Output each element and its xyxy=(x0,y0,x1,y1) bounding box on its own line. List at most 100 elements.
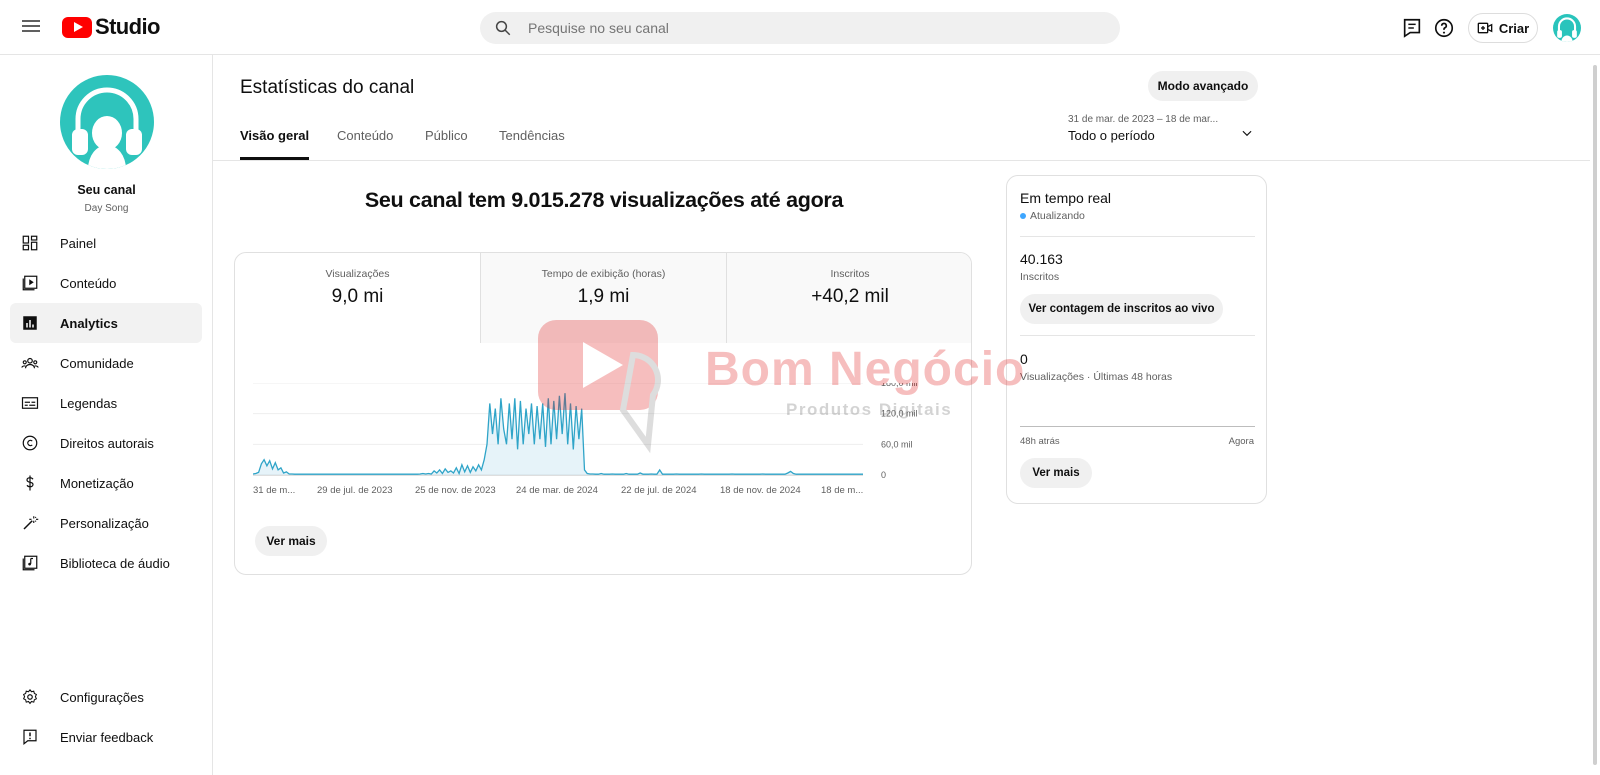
headphones-icon xyxy=(1557,17,1577,42)
advanced-mode-button[interactable]: Modo avançado xyxy=(1148,71,1258,101)
realtime-see-more-button[interactable]: Ver mais xyxy=(1020,458,1092,488)
channel-name[interactable]: Seu canal xyxy=(0,183,213,197)
views-line-chart[interactable]: 0 60,0 mil 120,0 mil 180,0 mil 31 de m... 29 … xyxy=(253,383,953,523)
search-icon xyxy=(495,20,511,36)
create-button[interactable]: Criar xyxy=(1468,13,1538,43)
channel-avatar[interactable] xyxy=(60,75,154,169)
metric-watch-time[interactable]: Tempo de exibição (horas) 1,9 mi xyxy=(481,253,727,343)
sidebar-item-label: Personalização xyxy=(60,515,149,531)
tab-publico[interactable]: Público xyxy=(425,128,468,160)
period-range: 31 de mar. de 2023 – 18 de mar... xyxy=(1068,114,1219,125)
top-header: Studio Criar xyxy=(0,0,1600,55)
subscribers-label: Inscritos xyxy=(1020,271,1060,283)
dollar-icon xyxy=(26,475,34,491)
y-tick-label: 60,0 mil xyxy=(881,439,913,449)
x-tick-label: 18 de nov. de 2024 xyxy=(720,485,801,496)
sidebar-item-label: Analytics xyxy=(60,315,118,331)
gear-icon xyxy=(22,689,38,705)
sidebar-item-personalizacao[interactable]: Personalização xyxy=(10,503,202,543)
realtime-title: Em tempo real xyxy=(1020,190,1112,206)
metric-label: Visualizações xyxy=(325,268,390,280)
sidebar: Seu canal Day Song Painel Conteúdo Analy… xyxy=(0,55,213,775)
metric-value: 1,9 mi xyxy=(577,286,630,307)
app-name: Studio xyxy=(95,14,160,39)
create-label: Criar xyxy=(1498,20,1530,36)
scrollbar-thumb[interactable] xyxy=(1593,65,1597,765)
sidebar-item-label: Monetização xyxy=(60,475,134,491)
metric-subscribers[interactable]: Inscritos +40,2 mil xyxy=(727,253,971,343)
subscribers-count: 40.163 xyxy=(1020,251,1063,267)
feedback-icon xyxy=(23,729,37,745)
metric-value: 9,0 mi xyxy=(331,286,384,307)
sidebar-item-analytics[interactable]: Analytics xyxy=(10,303,202,343)
sidebar-item-label: Legendas xyxy=(60,395,118,411)
views-48h-label: Visualizações · Últimas 48 horas xyxy=(1020,371,1173,383)
x-tick-label: 18 de m... xyxy=(821,485,863,496)
views-48h-count: 0 xyxy=(1020,351,1028,367)
search-input[interactable] xyxy=(528,20,1088,36)
sidebar-item-label: Configurações xyxy=(60,689,144,705)
sidebar-item-label: Direitos autorais xyxy=(60,435,154,451)
channel-handle: Day Song xyxy=(84,203,129,214)
tab-visao-geral[interactable]: Visão geral xyxy=(240,128,310,160)
sidebar-item-direitos-autorais[interactable]: Direitos autorais xyxy=(10,423,202,463)
chart-area-fill xyxy=(253,393,863,475)
hamburger-menu-icon[interactable] xyxy=(22,17,42,37)
analytics-icon xyxy=(23,316,37,330)
search-bar[interactable] xyxy=(480,12,1120,44)
video-add-icon xyxy=(1477,22,1493,34)
sidebar-item-comunidade[interactable]: Comunidade xyxy=(10,343,202,383)
metric-views[interactable]: Visualizações 9,0 mi xyxy=(235,253,481,343)
x-tick-label: 22 de jul. de 2024 xyxy=(621,485,697,496)
x-tick-label: 25 de nov. de 2023 xyxy=(415,485,496,496)
see-more-button[interactable]: Ver mais xyxy=(255,526,327,556)
sidebar-item-label: Comunidade xyxy=(60,355,134,371)
x-tick-label: 31 de m... xyxy=(253,485,295,496)
dashboard-icon xyxy=(22,235,38,251)
help-icon[interactable] xyxy=(1433,17,1455,39)
realtime-axis-line xyxy=(1020,426,1255,427)
x-tick-label: 24 de mar. de 2024 xyxy=(516,485,598,496)
period-selector[interactable]: 31 de mar. de 2023 – 18 de mar... Todo o… xyxy=(1068,114,1258,143)
tab-tendencias[interactable]: Tendências xyxy=(499,128,565,160)
page-scrollbar[interactable] xyxy=(1590,55,1600,775)
chevron-down-icon xyxy=(1242,130,1252,137)
sidebar-item-conteudo[interactable]: Conteúdo xyxy=(10,263,202,303)
sidebar-item-biblioteca-audio[interactable]: Biblioteca de áudio xyxy=(10,543,202,583)
realtime-status-text: Atualizando xyxy=(1030,210,1085,222)
comments-icon[interactable] xyxy=(1401,17,1423,39)
page-title: Estatísticas do canal xyxy=(240,77,415,98)
x-tick-label: 29 de jul. de 2023 xyxy=(317,485,393,496)
period-label: Todo o período xyxy=(1068,128,1155,143)
sidebar-item-legendas[interactable]: Legendas xyxy=(10,383,202,423)
realtime-status: Atualizando xyxy=(1020,210,1085,222)
community-icon xyxy=(21,357,39,369)
subtitles-icon xyxy=(21,397,39,409)
live-dot-icon xyxy=(1020,213,1026,219)
sidebar-item-enviar-feedback[interactable]: Enviar feedback xyxy=(10,717,202,757)
audio-library-icon xyxy=(22,555,38,571)
tab-conteudo[interactable]: Conteúdo xyxy=(337,128,393,160)
sidebar-item-monetizacao[interactable]: Monetização xyxy=(10,463,202,503)
studio-logo[interactable]: Studio xyxy=(62,14,160,40)
magic-wand-icon xyxy=(23,516,39,530)
sidebar-item-configuracoes[interactable]: Configurações xyxy=(10,677,202,717)
headphones-icon xyxy=(72,87,142,169)
channel-views-headline: Seu canal tem 9.015.278 visualizações at… xyxy=(364,188,844,212)
copyright-icon xyxy=(22,435,38,451)
y-tick-label: 180,0 mil xyxy=(881,383,918,388)
axis-start-label: 48h atrás xyxy=(1020,436,1060,447)
divider xyxy=(1020,236,1255,237)
sidebar-item-painel[interactable]: Painel xyxy=(10,223,202,263)
realtime-card: Em tempo real Atualizando 40.163 Inscrit… xyxy=(1006,175,1267,504)
sidebar-item-label: Enviar feedback xyxy=(60,729,154,745)
account-avatar[interactable] xyxy=(1553,14,1581,42)
divider xyxy=(1020,335,1255,336)
metric-label: Inscritos xyxy=(830,268,870,280)
y-tick-label: 120,0 mil xyxy=(881,409,918,419)
sidebar-item-label: Conteúdo xyxy=(60,275,117,291)
youtube-play-icon xyxy=(62,16,92,38)
metric-label: Tempo de exibição (horas) xyxy=(541,268,666,280)
live-subscriber-count-button[interactable]: Ver contagem de inscritos ao vivo xyxy=(1020,294,1223,324)
tab-divider xyxy=(213,160,1600,161)
